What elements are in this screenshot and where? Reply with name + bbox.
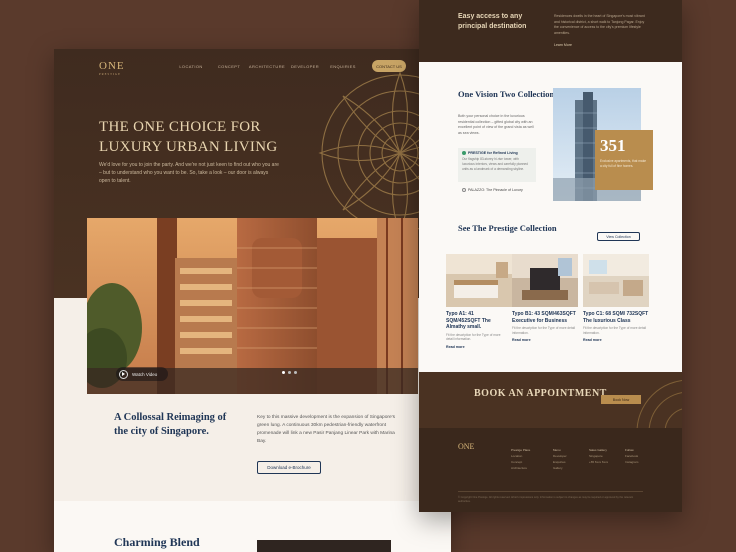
access-section: Easy access to any principal destination… — [419, 0, 682, 62]
vision-paragraph: Both your personal choice in the luxurio… — [458, 114, 534, 135]
stat-card: 351 Exclusive apartments, that make a ci… — [595, 130, 653, 190]
unit-card[interactable]: Typo B1: 43 SQM/463SQFT Executive for Bu… — [512, 254, 578, 349]
footer-logo[interactable]: ONE — [458, 442, 474, 451]
unit-card[interactable]: Typo A1: 41 SQM/452SQFT The Almathy smal… — [446, 254, 512, 349]
unit-cards: Typo A1: 41 SQM/452SQFT The Almathy smal… — [446, 254, 649, 349]
read-more-link[interactable]: Read more — [446, 345, 507, 349]
book-appointment-section: BOOK AN APPOINTMENT Book Now — [419, 372, 682, 428]
charming-section: Charming Blend — [54, 501, 451, 552]
book-heading: BOOK AN APPOINTMENT — [474, 388, 607, 399]
collossal-heading: A Collossal Reimaging of the city of Sin… — [114, 412, 227, 437]
hero-subtitle: We'd love for you to join the party. And… — [99, 162, 279, 184]
landing-page-right: Easy access to any principal destination… — [419, 0, 682, 512]
collossal-paragraph: Key to this massive development is the e… — [257, 415, 395, 444]
unit-card[interactable]: Typo C1: 68 SQM/ 732SQFT The luxurious C… — [583, 254, 649, 349]
collection-section: One Vision Two Collection Both your pers… — [419, 62, 682, 372]
play-icon — [119, 369, 128, 379]
read-more-link[interactable]: Read more — [512, 338, 578, 342]
hero-title: THE ONE CHOICE FOR LUXURY URBAN LIVING — [99, 119, 278, 155]
footer-column: Follow Facebook Instagram — [625, 448, 639, 464]
unit-photo-piano-room — [512, 254, 578, 307]
charming-heading: Charming Blend — [114, 535, 200, 549]
radio-selected-icon — [462, 151, 466, 155]
learn-more-link[interactable]: Learn More — [554, 43, 572, 47]
download-brochure-button[interactable]: Download e-Brochure — [257, 461, 321, 474]
access-paragraph: Residences dwells in the heart of Singap… — [554, 14, 645, 35]
prestige-collection-heading: See The Prestige Collection — [458, 223, 557, 233]
footer-column: Menu Developer Enquiries Gallery — [553, 448, 567, 470]
watch-video-button[interactable]: Watch Video — [116, 367, 168, 381]
logo[interactable]: ONE PRESTIGE — [99, 60, 125, 76]
stat-number: 351 — [600, 136, 626, 155]
nav-item-concept[interactable]: CONCEPT — [210, 64, 248, 69]
radio-unselected-icon — [462, 188, 466, 192]
nav-item-location[interactable]: LOCATION — [172, 64, 210, 69]
palazzo-option[interactable]: PALAZZO: The Pinnacle of Luxury — [462, 188, 523, 192]
stat-text: Exclusive apartments, that make a city f… — [600, 159, 647, 168]
footer-column: Sales Gallery Singapore +65 6xxx 6xxx — [589, 448, 609, 464]
unit-photo-living-room — [583, 254, 649, 307]
footer-column: Prestige Place Location Concept Architec… — [511, 448, 531, 470]
prestige-option-card[interactable]: PRESTIGE for Refined Living Our flagship… — [458, 148, 536, 182]
landing-page-left: ONE PRESTIGE LOCATION CONCEPT ARCHITECTU… — [54, 49, 451, 552]
access-heading: Easy access to any principal destination — [458, 13, 527, 30]
read-more-link[interactable]: Read more — [583, 338, 649, 342]
view-collection-button[interactable]: View Collection — [597, 232, 640, 241]
carousel-dots[interactable] — [282, 371, 297, 374]
vision-heading: One Vision Two Collection — [458, 89, 555, 99]
footer: ONE Prestige Place Location Concept Arch… — [419, 428, 682, 512]
charming-image — [257, 540, 391, 552]
book-now-button[interactable]: Book Now — [601, 395, 641, 404]
copyright-text: © Copyright One Prestige. All rights res… — [458, 491, 643, 504]
unit-photo-bedroom — [446, 254, 512, 307]
nav-item-architecture[interactable]: ARCHITECTURE — [248, 64, 286, 69]
